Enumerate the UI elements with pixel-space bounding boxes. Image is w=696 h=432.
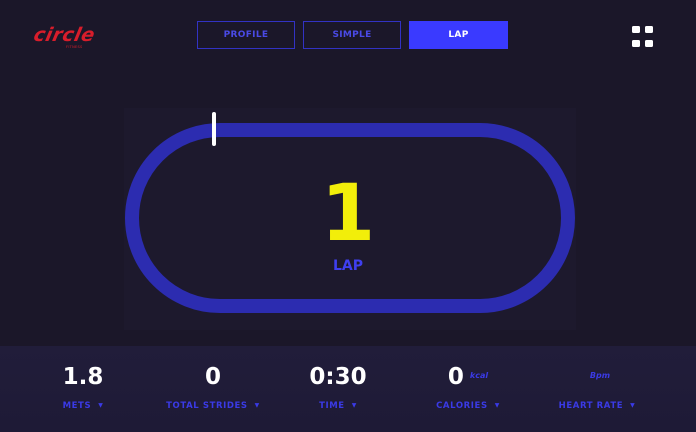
stat-value: 0:30 bbox=[309, 364, 367, 390]
stats-bar: 1.8 METS ▼ 0 TOTAL STRIDES ▼ 0:30 TIME ▼ 0k… bbox=[0, 346, 696, 432]
grid-icon bbox=[632, 40, 640, 47]
lap-label: LAP bbox=[332, 258, 364, 274]
grid-menu-button[interactable] bbox=[632, 26, 654, 48]
stat-value: Bpm bbox=[527, 364, 667, 390]
grid-icon bbox=[645, 40, 653, 47]
stat-total-strides[interactable]: 0 TOTAL STRIDES ▼ bbox=[143, 346, 283, 432]
stat-unit: kcal bbox=[469, 371, 489, 380]
stat-label: METS ▼ bbox=[62, 401, 104, 411]
stat-unit: Bpm bbox=[589, 371, 611, 380]
top-bar: circle FITNESS PROFILE SIMPLE LAP bbox=[0, 0, 696, 80]
lap-screen: circle FITNESS PROFILE SIMPLE LAP 1 LAP … bbox=[0, 0, 696, 432]
stat-heart-rate[interactable]: Bpm HEART RATE ▼ bbox=[527, 346, 667, 432]
stat-value: 0 bbox=[204, 364, 221, 390]
tab-simple[interactable]: SIMPLE bbox=[303, 21, 401, 49]
stat-value: 0 kcal bbox=[447, 364, 489, 390]
stat-value: 1.8 bbox=[62, 364, 104, 390]
tab-profile[interactable]: PROFILE bbox=[197, 21, 295, 49]
stat-time[interactable]: 0:30 TIME ▼ bbox=[268, 346, 408, 432]
grid-icon bbox=[632, 26, 640, 33]
stat-mets[interactable]: 1.8 METS ▼ bbox=[13, 346, 153, 432]
stat-label: HEART RATE ▼ bbox=[558, 401, 636, 411]
dropdown-arrow-icon: ▼ bbox=[254, 402, 260, 409]
dropdown-arrow-icon: ▼ bbox=[98, 402, 104, 409]
dropdown-arrow-icon: ▼ bbox=[630, 402, 636, 409]
grid-icon bbox=[645, 26, 653, 33]
tab-lap[interactable]: LAP bbox=[409, 21, 508, 49]
stat-label: TOTAL STRIDES ▼ bbox=[166, 401, 260, 411]
lap-count: 1 bbox=[320, 169, 376, 259]
brand-logo: circle bbox=[31, 24, 98, 46]
stat-label: CALORIES ▼ bbox=[436, 401, 500, 411]
dropdown-arrow-icon: ▼ bbox=[351, 402, 357, 409]
stat-calories[interactable]: 0 kcal CALORIES ▼ bbox=[398, 346, 538, 432]
stat-label: TIME ▼ bbox=[319, 401, 357, 411]
brand-logo-subtext: FITNESS bbox=[66, 45, 83, 49]
dropdown-arrow-icon: ▼ bbox=[494, 402, 500, 409]
